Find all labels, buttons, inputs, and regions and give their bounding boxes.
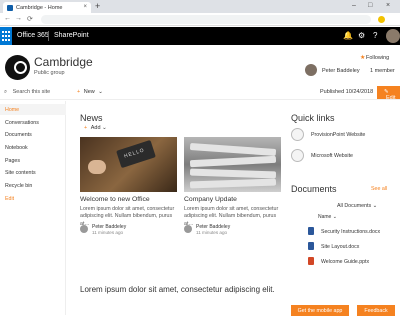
back-icon[interactable]: ← bbox=[4, 15, 11, 22]
document-row[interactable]: Site Layout.docx bbox=[321, 244, 359, 250]
tab-close-icon[interactable]: × bbox=[83, 4, 87, 10]
news-item-title[interactable]: Welcome to new Office bbox=[80, 196, 150, 203]
author-avatar bbox=[184, 225, 192, 233]
help-icon[interactable]: ? bbox=[373, 31, 377, 40]
office365-link[interactable]: Office 365 bbox=[17, 32, 49, 39]
library-view-label: All Documents bbox=[337, 203, 372, 209]
sharepoint-link[interactable]: SharePoint bbox=[54, 32, 89, 39]
news-time: 11 minutes ago bbox=[92, 230, 124, 235]
chevron-down-icon: ⌄ bbox=[98, 89, 103, 95]
library-view-dropdown[interactable]: All Documents ⌄ bbox=[337, 203, 377, 209]
site-logo[interactable] bbox=[5, 55, 30, 80]
gear-icon[interactable]: ⚙ bbox=[358, 31, 365, 40]
nav-item-documents[interactable]: Documents bbox=[5, 132, 32, 138]
edit-button[interactable]: ✎ Edit bbox=[377, 86, 400, 101]
new-tab-button[interactable]: + bbox=[95, 1, 100, 11]
reload-icon[interactable]: ⟳ bbox=[27, 15, 33, 23]
site-subtitle: Public group bbox=[34, 70, 65, 76]
globe-icon bbox=[291, 128, 304, 141]
bell-icon[interactable]: 🔔 bbox=[343, 31, 353, 40]
maximize-button[interactable]: □ bbox=[368, 2, 372, 9]
author-avatar bbox=[80, 225, 88, 233]
owner-avatar[interactable] bbox=[305, 64, 317, 76]
nav-item-pages[interactable]: Pages bbox=[5, 158, 20, 164]
globe-icon bbox=[291, 149, 304, 162]
add-label: Add bbox=[90, 125, 101, 131]
news-add-button[interactable]: + Add ⌄ bbox=[84, 125, 107, 131]
quick-link[interactable]: ProvisionPoint Website bbox=[311, 132, 365, 138]
new-button[interactable]: + New ⌄ bbox=[77, 89, 103, 95]
nav-edit-link[interactable]: Edit bbox=[5, 196, 14, 202]
extension-icon[interactable] bbox=[378, 16, 385, 23]
nav-item-site-contents[interactable]: Site contents bbox=[5, 170, 36, 176]
app-launcher-icon[interactable] bbox=[0, 27, 12, 45]
nav-item-conversations[interactable]: Conversations bbox=[5, 120, 39, 126]
tab-title: Cambridge - Home bbox=[16, 4, 63, 11]
close-window-button[interactable]: × bbox=[386, 2, 390, 9]
browser-tab[interactable]: Cambridge - Home × bbox=[3, 2, 91, 13]
following-button[interactable]: Following bbox=[366, 55, 389, 61]
news-more-text: Lorem ipsum dolor sit amet, consectetur … bbox=[80, 285, 275, 294]
news-time: 11 minutes ago bbox=[196, 230, 228, 235]
word-file-icon bbox=[308, 227, 314, 235]
news-item-title[interactable]: Company Update bbox=[184, 196, 237, 203]
search-placeholder: Search this site bbox=[12, 89, 51, 95]
plus-icon: + bbox=[77, 89, 81, 95]
sharepoint-favicon-icon bbox=[7, 5, 13, 11]
feedback-button[interactable]: Feedback bbox=[357, 305, 395, 316]
nav-item-home[interactable]: Home bbox=[5, 107, 19, 113]
column-header-name[interactable]: Name ⌄ bbox=[318, 214, 337, 220]
search-icon: ⌕ bbox=[4, 89, 8, 95]
owner-name[interactable]: Peter Baddeley bbox=[322, 68, 360, 74]
mobile-app-button[interactable]: Get the mobile app bbox=[291, 305, 349, 316]
nav-item-notebook[interactable]: Notebook bbox=[5, 145, 28, 151]
star-icon[interactable]: ★ bbox=[360, 54, 365, 61]
quick-links-title: Quick links bbox=[291, 113, 335, 123]
published-date: Published 10/24/2018 bbox=[320, 89, 374, 95]
site-search-input[interactable]: ⌕ Search this site bbox=[4, 89, 50, 96]
document-row[interactable]: Welcome Guide.pptx bbox=[321, 259, 369, 265]
column-name-label: Name bbox=[318, 214, 332, 220]
user-avatar[interactable] bbox=[386, 29, 400, 43]
forward-icon[interactable]: → bbox=[15, 15, 22, 22]
chevron-down-icon: ⌄ bbox=[372, 203, 378, 209]
sort-icon: ⌄ bbox=[332, 214, 337, 220]
url-input[interactable] bbox=[41, 15, 371, 24]
new-label: New bbox=[83, 89, 95, 95]
documents-title: Documents bbox=[291, 184, 337, 194]
nav-item-recycle-bin[interactable]: Recycle bin bbox=[5, 183, 32, 189]
word-file-icon bbox=[308, 242, 314, 250]
minimize-button[interactable]: – bbox=[352, 2, 356, 9]
news-title: News bbox=[80, 113, 103, 123]
document-row[interactable]: Security Instructions.docx bbox=[321, 229, 380, 235]
quick-link[interactable]: Microsoft Website bbox=[311, 153, 353, 159]
plus-icon: + bbox=[84, 125, 88, 131]
site-title[interactable]: Cambridge bbox=[34, 55, 93, 69]
members-link[interactable]: 1 member bbox=[370, 68, 395, 74]
powerpoint-file-icon bbox=[308, 257, 314, 265]
see-all-link[interactable]: See all bbox=[371, 186, 387, 192]
chevron-down-icon: ⌄ bbox=[102, 125, 107, 131]
edit-label: Edit bbox=[386, 95, 396, 101]
hand-graphic bbox=[88, 160, 106, 174]
suite-divider bbox=[48, 31, 49, 41]
